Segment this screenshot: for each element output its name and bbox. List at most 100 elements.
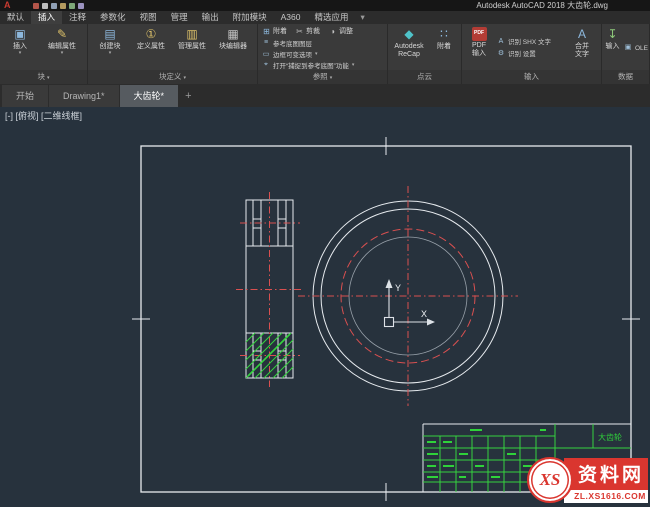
window-title: Autodesk AutoCAD 2018 大齿轮.dwg	[476, 1, 608, 10]
chevron-down-icon: ▾	[108, 49, 112, 56]
edit-attribute-button[interactable]: ✎ 编辑属性 ▾	[39, 25, 85, 69]
panel-label-block[interactable]: 块 ▾	[0, 70, 87, 84]
manage-attributes-button[interactable]: ▥ 管理属性	[172, 25, 212, 69]
panel-label-reference[interactable]: 参照 ▾	[258, 70, 387, 84]
define-attributes-icon: ①	[145, 26, 157, 41]
chevron-down-icon: ▾	[329, 75, 333, 81]
autodesk-recap-button[interactable]: ◆ Autodesk ReCap	[390, 25, 428, 69]
manage-attributes-icon: ▥	[186, 26, 198, 41]
panel-point-cloud: ◆ Autodesk ReCap ∷ 附着 点云	[388, 24, 462, 84]
qat-redo-icon[interactable]	[77, 2, 84, 9]
watermark: XS 资料网 ZL.XS1616.COM	[527, 457, 648, 503]
chevron-down-icon: ▾	[315, 50, 318, 57]
recap-icon: ◆	[404, 26, 414, 41]
doc-tab-drawing1[interactable]: Drawing1*	[49, 85, 119, 107]
pdf-icon: PDF	[471, 27, 487, 41]
ribbon-tab-default[interactable]: 默认	[0, 11, 31, 24]
document-tab-bar: 开始 Drawing1* 大齿轮* +	[0, 84, 650, 107]
qat-save-icon[interactable]	[50, 2, 57, 9]
frames-option-button[interactable]: ▭ 边框可变选项 ▾	[262, 49, 383, 59]
ribbon-tab-addins[interactable]: 附加模块	[226, 11, 274, 24]
panel-label-import[interactable]: 输入	[462, 70, 601, 84]
viewport-view-menu[interactable]: [俯视]	[16, 111, 39, 121]
layers-icon: ≡	[263, 39, 269, 46]
ribbon-tab-a360[interactable]: A360	[274, 11, 308, 24]
ucs-y-label: Y	[395, 283, 401, 293]
recognition-settings-button[interactable]: ⚙ 识别 设置	[497, 49, 565, 58]
ribbon-tab-parametric[interactable]: 参数化	[93, 11, 133, 24]
insert-block-button[interactable]: ▣ 插入 ▾	[2, 25, 38, 69]
block-editor-button[interactable]: ▦ 块编辑器	[213, 25, 253, 69]
drawing-frame	[132, 137, 640, 501]
gear-icon: ⚙	[497, 50, 505, 57]
adjust-icon: ◑	[330, 26, 335, 36]
underlay-layers-button[interactable]: ≡ 参考底图图层	[262, 38, 383, 48]
panel-reference: ⊞ 附着 ✂ 剪裁 ◑ 调整 ≡ 参考底图图层 ▭ 边框可变选项 ▾ ⌖ 打开“…	[258, 24, 388, 84]
watermark-logo-icon: XS	[527, 457, 573, 503]
autocad-window: A Autodesk AutoCAD 2018 大齿轮.dwg 默认 插入 注释…	[0, 0, 650, 507]
pdf-import-button[interactable]: PDF PDF 输入	[464, 25, 494, 69]
point-cloud-icon: ∷	[440, 26, 448, 41]
shx-text-icon: A	[498, 37, 504, 45]
qat-open-icon[interactable]	[41, 2, 48, 9]
data-import-button[interactable]: ↧ 输入	[604, 25, 621, 69]
chevron-down-icon: ▾	[183, 75, 187, 81]
panel-label-point-cloud[interactable]: 点云	[388, 70, 461, 84]
viewport-controls: [-] [俯视] [二维线框]	[5, 109, 82, 122]
adjust-button[interactable]: ◑ 调整	[328, 26, 353, 36]
import-icon: ↧	[607, 26, 618, 41]
insert-block-icon: ▣	[14, 26, 26, 41]
ribbon-tab-bar: 默认 插入 注释 参数化 视图 管理 输出 附加模块 A360 精选应用 ▾	[0, 11, 650, 24]
ribbon: ▣ 插入 ▾ ✎ 编辑属性 ▾ 块 ▾ ▤ 创建块 ▾ ① 定义属性 ▥ 管理属…	[0, 24, 650, 84]
quick-access-toolbar	[32, 2, 84, 9]
panel-label-block-definition[interactable]: 块定义 ▾	[88, 70, 257, 84]
viewport-visual-style-menu[interactable]: [二维线框]	[41, 111, 82, 121]
gear-front-view[interactable]	[298, 186, 518, 406]
qat-print-icon[interactable]	[59, 2, 66, 9]
recognize-shx-text-button[interactable]: A 识别 SHX 文字	[497, 37, 565, 47]
panel-block-definition: ▤ 创建块 ▾ ① 定义属性 ▥ 管理属性 ▦ 块编辑器 块定义 ▾	[88, 24, 258, 84]
ole-object-button[interactable]: ▣ OLE 对象	[624, 43, 650, 52]
new-drawing-tab-button[interactable]: +	[179, 85, 197, 107]
ribbon-tab-overflow-icon[interactable]: ▾	[356, 11, 370, 24]
watermark-name: 资料网	[564, 457, 648, 490]
ribbon-tab-view[interactable]: 视图	[133, 11, 164, 24]
ribbon-tab-output[interactable]: 输出	[195, 11, 226, 24]
attach-icon: ⊞	[263, 26, 270, 36]
doc-tab-gear[interactable]: 大齿轮*	[119, 85, 179, 107]
drawing-canvas[interactable]: [-] [俯视] [二维线框] Y X 大齿轮 XS 资料网 ZL.XS1616…	[0, 107, 650, 507]
gear-section-view[interactable]	[236, 192, 303, 387]
snap-to-underlay-button[interactable]: ⌖ 打开“捕捉到参考底图”功能 ▾	[262, 60, 383, 70]
viewport-controls-menu[interactable]: [-]	[5, 111, 13, 121]
panel-block: ▣ 插入 ▾ ✎ 编辑属性 ▾ 块 ▾	[0, 24, 88, 84]
clip-button[interactable]: ✂ 剪裁	[295, 26, 320, 36]
panel-data: ↧ 输入 ▣ OLE 对象 数据	[602, 24, 650, 84]
attach-reference-button[interactable]: ⊞ 附着	[262, 26, 287, 36]
ole-icon: ▣	[624, 44, 632, 51]
model-space[interactable]: Y X 大齿轮	[0, 107, 650, 507]
qat-new-icon[interactable]	[32, 2, 39, 9]
combine-text-button[interactable]: A 合并 文字	[568, 25, 596, 69]
title-bar: A Autodesk AutoCAD 2018 大齿轮.dwg	[0, 0, 650, 11]
ribbon-tab-insert[interactable]: 插入	[31, 11, 63, 24]
chevron-down-icon: ▾	[47, 75, 50, 81]
create-block-button[interactable]: ▤ 创建块 ▾	[90, 25, 130, 69]
qat-undo-icon[interactable]	[68, 2, 75, 9]
autocad-logo-icon[interactable]: A	[4, 0, 11, 11]
panel-label-data[interactable]: 数据	[602, 70, 649, 84]
chevron-down-icon: ▾	[60, 49, 64, 56]
title-block-part-name: 大齿轮	[598, 432, 622, 442]
snap-icon: ⌖	[264, 60, 268, 68]
ucs-icon: Y X	[383, 279, 435, 328]
chevron-down-icon: ▾	[18, 49, 22, 56]
ribbon-tab-featured-apps[interactable]: 精选应用	[307, 11, 355, 24]
chevron-down-icon: ▾	[351, 61, 355, 68]
ribbon-tab-annotate[interactable]: 注释	[62, 11, 93, 24]
edit-attribute-icon: ✎	[56, 26, 68, 41]
block-editor-icon: ▦	[227, 26, 239, 41]
panel-import: PDF PDF 输入 A 识别 SHX 文字 ⚙ 识别 设置 A 合并 文字 输…	[462, 24, 602, 84]
point-cloud-attach-button[interactable]: ∷ 附着	[429, 25, 459, 69]
doc-tab-start[interactable]: 开始	[2, 85, 49, 107]
define-attributes-button[interactable]: ① 定义属性	[131, 25, 171, 69]
ribbon-tab-manage[interactable]: 管理	[164, 11, 195, 24]
